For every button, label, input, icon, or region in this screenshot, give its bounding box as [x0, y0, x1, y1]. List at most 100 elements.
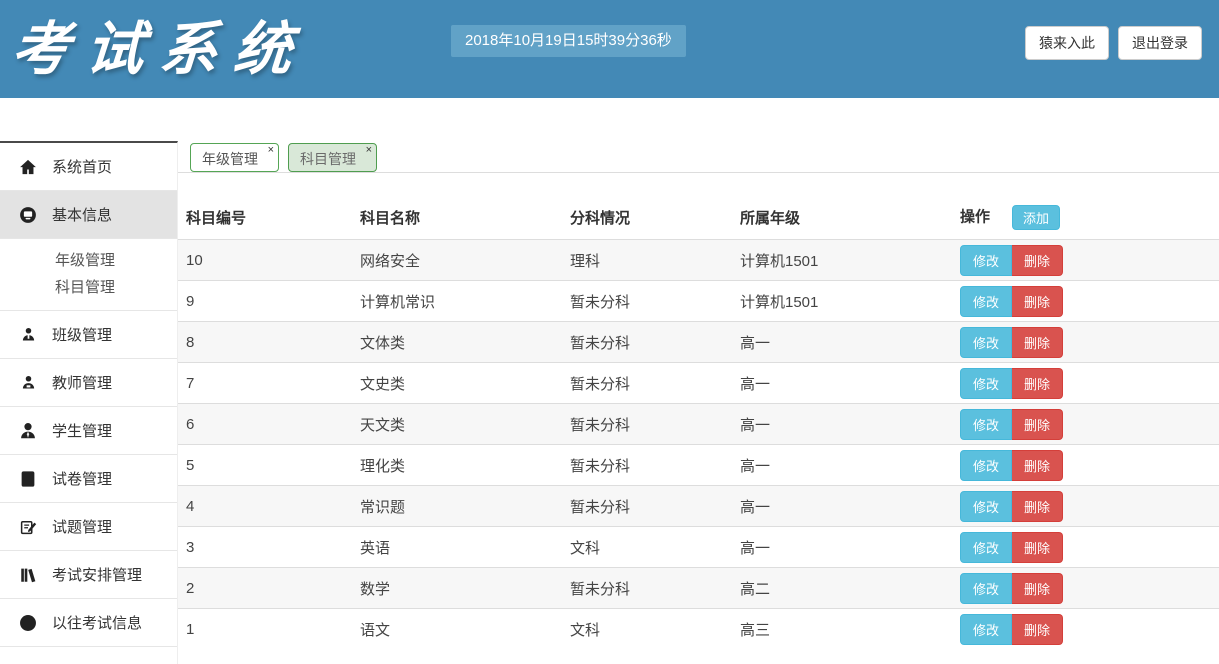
cell-grade: 高二	[732, 568, 952, 609]
cell-actions: 修改删除	[952, 568, 1219, 609]
cell-division: 暂未分科	[562, 445, 732, 486]
sidebar-item-4[interactable]: 学生管理	[0, 407, 177, 455]
books-icon	[17, 565, 39, 585]
tab-0[interactable]: 年级管理×	[190, 143, 279, 172]
home-icon	[17, 157, 39, 177]
row-action-group: 修改删除	[960, 450, 1063, 481]
sidebar-item-label: 学生管理	[52, 420, 112, 441]
col-subject-name: 科目名称	[352, 196, 562, 240]
cell-name: 语文	[352, 609, 562, 650]
sidebar-item-2[interactable]: 班级管理	[0, 311, 177, 359]
cell-grade: 高一	[732, 527, 952, 568]
cell-name: 文史类	[352, 363, 562, 404]
sidebar-subitem-1-1[interactable]: 科目管理	[0, 273, 177, 300]
edit-button[interactable]: 修改	[960, 286, 1012, 317]
delete-button[interactable]: 删除	[1012, 573, 1063, 604]
row-action-group: 修改删除	[960, 614, 1063, 645]
edit-button[interactable]: 修改	[960, 614, 1012, 645]
table-row: 1语文文科高三修改删除	[178, 609, 1219, 650]
cell-actions: 修改删除	[952, 445, 1219, 486]
cell-grade: 高一	[732, 363, 952, 404]
server-time: 2018年10月19日15时39分36秒	[451, 25, 686, 57]
cell-grade: 高一	[732, 445, 952, 486]
cell-actions: 修改删除	[952, 609, 1219, 650]
edit-button[interactable]: 修改	[960, 491, 1012, 522]
delete-button[interactable]: 删除	[1012, 327, 1063, 358]
tab-close-icon[interactable]: ×	[366, 145, 372, 156]
info-circle-icon	[17, 205, 39, 225]
cell-name: 文体类	[352, 322, 562, 363]
edit-button[interactable]: 修改	[960, 450, 1012, 481]
row-action-group: 修改删除	[960, 368, 1063, 399]
delete-button[interactable]: 删除	[1012, 491, 1063, 522]
question-edit-icon	[17, 517, 39, 537]
tab-close-icon[interactable]: ×	[268, 145, 274, 156]
cell-id: 5	[178, 445, 352, 486]
col-subject-id: 科目编号	[178, 196, 352, 240]
edit-button[interactable]: 修改	[960, 573, 1012, 604]
delete-button[interactable]: 删除	[1012, 245, 1063, 276]
cell-id: 2	[178, 568, 352, 609]
sidebar-item-8[interactable]: 以往考试信息	[0, 599, 177, 647]
sidebar-item-label: 试卷管理	[52, 468, 112, 489]
sidebar-item-7[interactable]: 考试安排管理	[0, 551, 177, 599]
delete-button[interactable]: 删除	[1012, 450, 1063, 481]
cell-name: 英语	[352, 527, 562, 568]
table-row: 3英语文科高一修改删除	[178, 527, 1219, 568]
sidebar-item-1[interactable]: 基本信息	[0, 191, 177, 239]
sidebar-subitem-1-0[interactable]: 年级管理	[0, 246, 177, 273]
table-row: 8文体类暂未分科高一修改删除	[178, 322, 1219, 363]
cell-grade: 高一	[732, 322, 952, 363]
cell-division: 暂未分科	[562, 404, 732, 445]
delete-button[interactable]: 删除	[1012, 409, 1063, 440]
sidebar-item-label: 基本信息	[52, 204, 112, 225]
student-user-icon	[17, 421, 39, 441]
edit-button[interactable]: 修改	[960, 245, 1012, 276]
teacher-user-icon	[17, 373, 39, 393]
edit-button[interactable]: 修改	[960, 368, 1012, 399]
sidebar-item-0[interactable]: 系统首页	[0, 143, 177, 191]
delete-button[interactable]: 删除	[1012, 614, 1063, 645]
row-action-group: 修改删除	[960, 573, 1063, 604]
app-header: 考试系统 2018年10月19日15时39分36秒 猿来入此 退出登录	[0, 0, 1219, 98]
cell-actions: 修改删除	[952, 486, 1219, 527]
table-row: 6天文类暂未分科高一修改删除	[178, 404, 1219, 445]
cell-actions: 修改删除	[952, 363, 1219, 404]
header-actions: 猿来入此 退出登录	[1025, 26, 1202, 60]
clock-icon	[17, 613, 39, 633]
cell-name: 数学	[352, 568, 562, 609]
edit-button[interactable]: 修改	[960, 532, 1012, 563]
cell-id: 10	[178, 240, 352, 281]
class-user-icon	[17, 325, 39, 345]
row-action-group: 修改删除	[960, 327, 1063, 358]
cell-id: 7	[178, 363, 352, 404]
sidebar-item-label: 试题管理	[52, 516, 112, 537]
delete-button[interactable]: 删除	[1012, 286, 1063, 317]
cell-name: 理化类	[352, 445, 562, 486]
delete-button[interactable]: 删除	[1012, 368, 1063, 399]
edit-button[interactable]: 修改	[960, 327, 1012, 358]
sidebar-nav: 系统首页基本信息年级管理科目管理班级管理教师管理学生管理试卷管理试题管理考试安排…	[0, 141, 178, 664]
cell-division: 暂未分科	[562, 363, 732, 404]
row-action-group: 修改删除	[960, 491, 1063, 522]
edit-button[interactable]: 修改	[960, 409, 1012, 440]
yuan-lai-ru-ci-button[interactable]: 猿来入此	[1025, 26, 1109, 60]
cell-actions: 修改删除	[952, 240, 1219, 281]
cell-id: 9	[178, 281, 352, 322]
logout-button[interactable]: 退出登录	[1118, 26, 1202, 60]
tab-label: 科目管理	[300, 151, 356, 167]
sidebar-item-6[interactable]: 试题管理	[0, 503, 177, 551]
sidebar-item-3[interactable]: 教师管理	[0, 359, 177, 407]
cell-id: 3	[178, 527, 352, 568]
delete-button[interactable]: 删除	[1012, 532, 1063, 563]
cell-division: 暂未分科	[562, 322, 732, 363]
sidebar-submenu: 年级管理科目管理	[0, 239, 177, 311]
add-subject-button[interactable]: 添加	[1012, 205, 1060, 230]
cell-name: 天文类	[352, 404, 562, 445]
cell-grade: 计算机1501	[732, 281, 952, 322]
table-row: 5理化类暂未分科高一修改删除	[178, 445, 1219, 486]
sidebar-item-label: 班级管理	[52, 324, 112, 345]
sidebar-item-5[interactable]: 试卷管理	[0, 455, 177, 503]
cell-division: 理科	[562, 240, 732, 281]
tab-1[interactable]: 科目管理 ×	[288, 143, 377, 172]
